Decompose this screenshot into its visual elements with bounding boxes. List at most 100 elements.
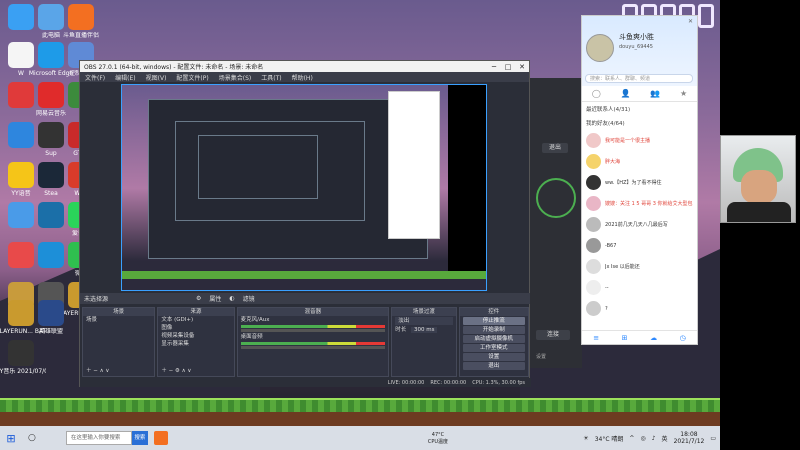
obs-preview[interactable] [121,84,487,291]
tab-spaces[interactable]: ★ [680,89,687,98]
taskbar-search-button[interactable]: 搜索 [131,431,148,445]
apps-icon[interactable]: ⊞ [622,334,628,342]
settings-link[interactable]: 设置 [536,353,546,360]
scene-item[interactable]: 场景 [83,316,154,324]
filter-icon[interactable]: ◐ [229,295,234,302]
volume-slider[interactable] [240,329,386,332]
mixer-channel-name: 麦克风/Aux [240,317,270,323]
contact-text: 嫂嫂：关注 1 5 哥哥 3 你就给艾大型包 [605,201,693,207]
clock-date: 2021/7/12 [673,438,705,445]
desktop-icon[interactable]: YY音乐 2021/07/08 [0,340,46,375]
source-item[interactable]: 文本 (GDI+) [158,316,233,324]
maximize-icon[interactable]: □ [501,63,515,71]
obs-titlebar[interactable]: OBS 27.0.1 (64-bit, windows) - 配置文件: 未命名… [80,61,529,72]
contact-list: 我可能是一个很主播 胖大海 ww.【HZ】为了看不得住嫂嫂：关注 1 5 哥哥 3 … [582,130,697,319]
history-icon[interactable]: ◷ [680,334,686,342]
studio-mode-button[interactable]: 工作室模式 [462,344,525,352]
source-item[interactable]: 图像 [158,324,233,332]
connect-button[interactable]: 连接 [536,330,570,340]
close-icon[interactable]: ✕ [688,18,693,25]
list-item[interactable]: 嫂嫂：关注 1 5 哥哥 3 你就给艾大型包 [582,193,697,214]
task-view-icon[interactable]: ○ [28,433,36,443]
search-input[interactable]: 搜索：联系人、群聊、频道 [585,74,693,83]
sources-dock-title: 来源 [158,308,234,316]
list-item[interactable]: ? [582,298,697,319]
list-item[interactable]: -B67 [582,235,697,256]
properties-button[interactable]: 属性 [209,294,221,303]
avatar [586,154,601,169]
start-recording-button[interactable]: 开始录制 [462,326,525,334]
qq-tabs: ◯ 👤 👥 ★ [582,86,697,102]
weather-text[interactable]: 34°C 晴朗 [595,434,624,443]
mixer-channel-name: 桌面音频 [240,334,263,340]
source-item[interactable]: 显示器采集 [158,340,233,348]
clock[interactable]: 18:08 2021/7/12 [674,431,705,445]
controls-dock-title: 控件 [459,308,528,316]
menu-icon[interactable]: ≡ [593,334,599,342]
minimize-icon[interactable]: ─ [487,63,501,71]
tab-groups[interactable]: 👥 [650,89,660,98]
windows-start-icon[interactable]: ⊞ [0,432,22,445]
rec-timer: REC: 00:00:00 [430,379,467,386]
desktop-icon[interactable]: 斗鱼直播伴侣 [56,4,106,39]
settings-button[interactable]: 设置 [462,353,525,361]
scene-controls[interactable]: ＋ − ∧ ∨ [83,367,112,375]
cloud-icon[interactable]: ☁ [650,334,657,342]
list-item[interactable]: Jx Ise 以后能还 [582,256,697,277]
menu-tools[interactable]: 工具(T) [256,73,286,82]
menu-view[interactable]: 视图(V) [141,73,172,82]
menu-file[interactable]: 文件(F) [80,73,110,82]
streaming-app-panel: 退出 连接 设置 [530,78,582,368]
network-icon[interactable]: ◎ [640,435,645,442]
menu-help[interactable]: 帮助(H) [287,73,318,82]
group-friends[interactable]: 我的好友(4/64) [582,116,697,130]
start-virtual-camera-button[interactable]: 启动虚拟摄像机 [462,335,525,343]
tray-arrow-icon[interactable]: ^ [629,435,634,442]
stop-streaming-button[interactable]: 停止推流 [462,317,525,325]
group-recent[interactable]: 最近联系人(4/31) [582,102,697,116]
exit-stream-button[interactable]: 退出 [542,143,568,153]
list-item[interactable]: ww.【HZ】为了看不得住 [582,172,697,193]
desktop-icon[interactable]: 英雄联盟 [26,300,76,335]
list-item[interactable]: 2021前几天几天八几最后写 [582,214,697,235]
menu-edit[interactable]: 编辑(E) [110,73,140,82]
close-icon[interactable]: ✕ [515,63,529,71]
cpu-status: CPU: 1.3%, 30.00 fps [472,379,525,386]
menu-profile[interactable]: 配置文件(P) [171,73,213,82]
filters-button[interactable]: 滤镜 [243,294,255,303]
taskbar-search-input[interactable]: 在这里输入你要搜索 [65,431,132,445]
volume-icon[interactable]: ♪ [652,435,656,442]
obs-statusbar: LIVE: 00:00:00 REC: 00:00:00 CPU: 1.3%, … [80,378,531,387]
weather-icon[interactable]: ☀ [583,435,588,442]
avatar [586,280,601,295]
qq-panel[interactable]: 斗鱼爽小胜 douyu_69445 ✕ 搜索：联系人、群聊、频道 ◯ 👤 👥 ★… [581,15,698,345]
gear-icon[interactable]: ⚙ [196,295,201,302]
desktop-icon-label: 英雄联盟 [38,328,63,335]
douyu-taskbar-icon[interactable] [153,431,168,445]
duration-input[interactable]: 300 ms [410,327,438,333]
streamer-shirt [727,202,791,222]
menu-scene-collection[interactable]: 场景集合(S) [214,73,257,82]
list-item[interactable]: -- [582,277,697,298]
live-timer: LIVE: 00:00:00 [387,379,425,386]
tab-contacts[interactable]: 👤 [621,89,631,98]
transition-select[interactable]: 淡出 [395,317,453,325]
input-language[interactable]: 英 [662,434,668,443]
list-item[interactable]: 胖大海 [582,151,697,172]
sources-dock: 来源 文本 (GDI+) 图像 视频采集设备 显示器采集 ＋ − ⚙ ∧ ∨ [157,307,235,377]
tab-messages[interactable]: ◯ [592,89,601,98]
list-item[interactable]: 我可能是一个很主播 [582,130,697,151]
pixel-dirt [0,412,720,426]
stream-status-ring [536,178,576,218]
contact-text: -B67 [605,242,617,249]
volume-slider[interactable] [240,346,386,349]
source-item[interactable]: 视频采集设备 [158,332,233,340]
obs-window[interactable]: OBS 27.0.1 (64-bit, windows) - 配置文件: 未命名… [79,60,531,387]
notification-icon[interactable]: ▭ [710,435,716,442]
source-controls[interactable]: ＋ − ⚙ ∧ ∨ [158,367,194,375]
avatar[interactable] [586,34,614,62]
cpu-temp: 47°C CPU温度 [428,432,448,445]
desktop: 此电脑斗鱼直播伴侣WMicrosoft Edge控制面板网易云音乐SupGTA5… [0,0,720,450]
obs-title: OBS 27.0.1 (64-bit, windows) - 配置文件: 未命名… [84,64,264,71]
exit-button[interactable]: 退出 [462,362,525,370]
